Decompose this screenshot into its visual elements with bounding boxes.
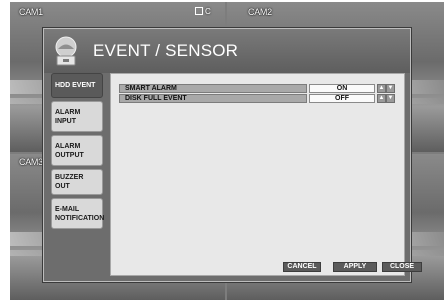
record-indicator-label: C xyxy=(205,7,211,16)
tab-label: BUZZER OUT xyxy=(55,174,84,190)
camera-label-3: CAM3 xyxy=(19,157,43,167)
setting-value-smart-alarm[interactable]: ON xyxy=(309,84,375,93)
arrow-up-icon[interactable]: ▲ xyxy=(377,94,386,103)
dialog-title: EVENT / SENSOR xyxy=(93,41,239,60)
apply-button[interactable]: APPLY xyxy=(333,262,377,272)
setting-row-smart-alarm: SMART ALARM ON ▲ ▼ xyxy=(119,84,396,93)
arrow-up-icon[interactable]: ▲ xyxy=(377,84,386,93)
event-sensor-dialog: EVENT / SENSOR HDD EVENT ALARM INPUT ALA… xyxy=(43,28,422,282)
tab-alarm-input[interactable]: ALARM INPUT xyxy=(51,101,103,132)
close-button[interactable]: CLOSE xyxy=(382,262,422,272)
tab-label: HDD EVENT xyxy=(55,82,96,89)
record-indicator: C xyxy=(195,7,211,16)
camera-label-1: CAM1 xyxy=(19,7,43,17)
cancel-button[interactable]: CANCEL xyxy=(283,262,321,272)
tab-hdd-event[interactable]: HDD EVENT xyxy=(51,73,103,98)
tab-label: E-MAIL NOTIFICATION xyxy=(55,205,105,222)
tab-label: ALARM INPUT xyxy=(55,108,81,125)
setting-label: DISK FULL EVENT xyxy=(119,94,307,103)
tab-buzzer-out[interactable]: BUZZER OUT xyxy=(51,169,103,195)
record-square-icon xyxy=(195,7,203,15)
tab-email-notification[interactable]: E-MAIL NOTIFICATION xyxy=(51,198,105,229)
setting-label: SMART ALARM xyxy=(119,84,307,93)
setting-row-disk-full-event: DISK FULL EVENT OFF ▲ ▼ xyxy=(119,94,396,103)
dialog-header: EVENT / SENSOR xyxy=(44,29,410,73)
logo-icon xyxy=(53,36,79,66)
settings-panel: SMART ALARM ON ▲ ▼ DISK FULL EVENT OFF ▲… xyxy=(110,73,422,276)
tab-list: HDD EVENT ALARM INPUT ALARM OUTPUT BUZZE… xyxy=(51,73,111,232)
camera-label-2: CAM2 xyxy=(248,7,272,17)
setting-value-disk-full-event[interactable]: OFF xyxy=(309,94,375,103)
tab-alarm-output[interactable]: ALARM OUTPUT xyxy=(51,135,103,166)
arrow-down-icon[interactable]: ▼ xyxy=(386,84,395,93)
tab-label: ALARM OUTPUT xyxy=(55,142,84,159)
arrow-down-icon[interactable]: ▼ xyxy=(386,94,395,103)
